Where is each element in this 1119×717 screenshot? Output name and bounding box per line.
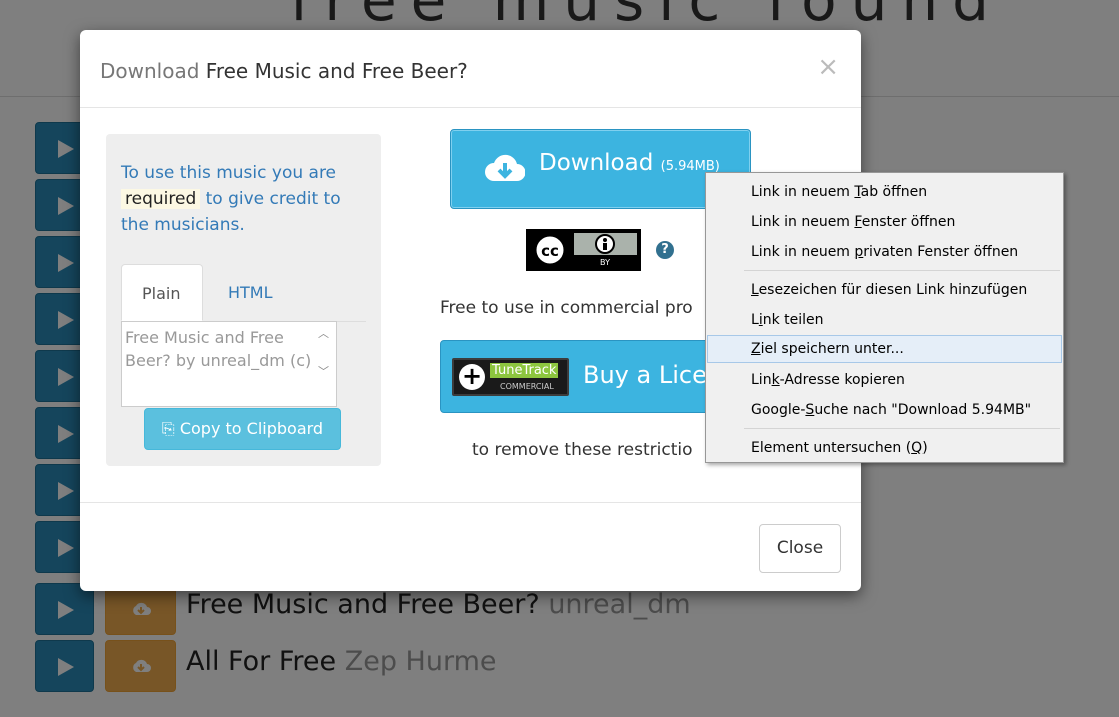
scroll-up-icon[interactable]: ︿ xyxy=(318,325,329,341)
modal-footer-divider xyxy=(80,502,861,503)
tab-html[interactable]: HTML xyxy=(208,264,293,321)
cloud-download-icon xyxy=(485,154,525,181)
remove-restrictions-text: to remove these restrictio xyxy=(472,440,693,460)
buy-license-label: Buy a Licen xyxy=(583,361,723,389)
svg-text:cc: cc xyxy=(541,242,559,260)
ctx-open-new-window[interactable]: Link in neuem Fenster öffnen xyxy=(707,208,1062,236)
svg-text:BY: BY xyxy=(600,258,610,267)
ctx-google-search[interactable]: Google-Suche nach "Download 5.94MB" xyxy=(707,396,1062,424)
attribution-icon: BY xyxy=(574,234,637,267)
cc-by-badge[interactable]: cc BY xyxy=(526,229,641,271)
commercial-use-text: Free to use in commercial pro xyxy=(440,298,693,318)
tunetrack-logo: + TuneTrack COMMERCIAL xyxy=(452,358,569,396)
ctx-separator xyxy=(744,270,1060,271)
tab-plain[interactable]: Plain xyxy=(121,264,203,321)
modal-header: Download Free Music and Free Beer? × xyxy=(80,30,861,108)
ctx-open-new-tab[interactable]: Link in neuem Tab öffnen xyxy=(707,178,1062,206)
credit-panel: To use this music you are required to gi… xyxy=(106,134,381,466)
close-icon[interactable]: × xyxy=(817,52,839,82)
help-icon[interactable]: ? xyxy=(656,241,674,259)
ctx-separator xyxy=(744,428,1060,429)
ctx-save-target-as[interactable]: Ziel speichern unter... xyxy=(707,335,1062,363)
modal-title: Download Free Music and Free Beer? xyxy=(100,59,468,83)
ctx-copy-link-address[interactable]: Link-Adresse kopieren xyxy=(707,366,1062,394)
close-button[interactable]: Close xyxy=(759,524,841,573)
required-highlight: required xyxy=(121,189,201,209)
credit-notice: To use this music you are required to gi… xyxy=(121,163,341,235)
scroll-down-icon[interactable]: ﹀ xyxy=(318,363,329,379)
ctx-inspect-element[interactable]: Element untersuchen (Q) xyxy=(707,434,1062,462)
copy-to-clipboard-button[interactable]: ⎘ Copy to Clipboard xyxy=(144,408,341,450)
ctx-open-private-window[interactable]: Link in neuem privaten Fenster öffnen xyxy=(707,238,1062,266)
clipboard-icon: ⎘ xyxy=(161,419,175,438)
attribution-textarea[interactable]: Free Music and Free Beer? by unreal_dm (… xyxy=(121,321,337,407)
context-menu: Link in neuem Tab öffnen Link in neuem F… xyxy=(705,172,1064,463)
ctx-bookmark-link[interactable]: Lesezeichen für diesen Link hinzufügen xyxy=(707,276,1062,304)
plus-icon: + xyxy=(459,364,485,390)
ctx-share-link[interactable]: Link teilen xyxy=(707,306,1062,334)
cc-icon: cc xyxy=(533,233,567,267)
attribution-tabs: Plain HTML xyxy=(121,264,366,322)
